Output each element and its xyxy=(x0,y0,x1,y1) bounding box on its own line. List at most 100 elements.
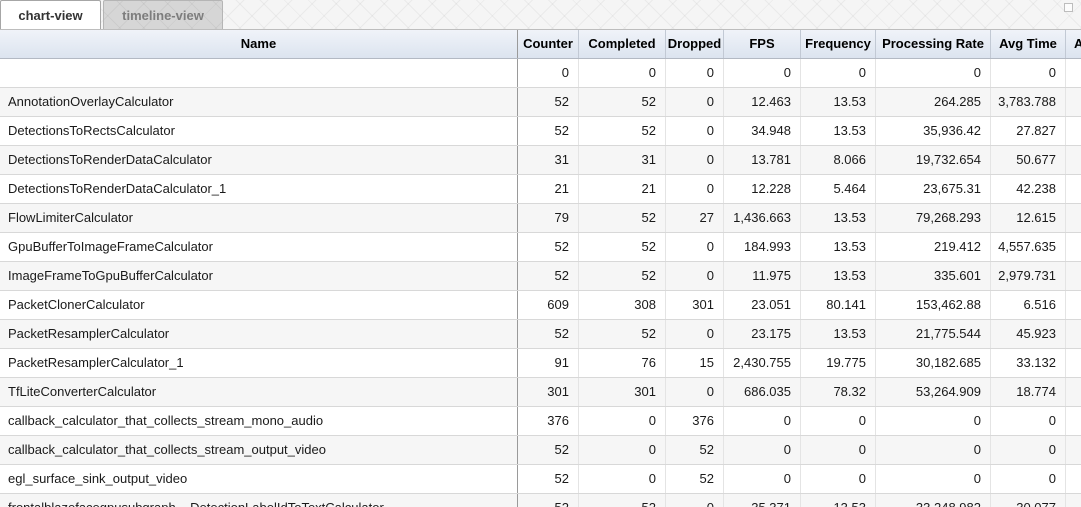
column-header-dropped[interactable]: Dropped xyxy=(666,30,724,58)
cell-value: 33.132 xyxy=(991,349,1066,377)
cell-value: 52 xyxy=(518,233,579,261)
cell-value: 13.53 xyxy=(801,233,876,261)
table-row[interactable]: PacketResamplerCalculator_19176152,430.7… xyxy=(0,349,1081,378)
cell-value: 0 xyxy=(724,59,801,87)
column-header-name[interactable]: Name xyxy=(0,30,518,58)
column-header-processing-rate[interactable]: Processing Rate xyxy=(876,30,991,58)
table-row[interactable]: DetectionsToRenderDataCalculator3131013.… xyxy=(0,146,1081,175)
cell-name: TfLiteConverterCalculator xyxy=(0,378,518,406)
column-header-a[interactable]: A xyxy=(1066,30,1081,58)
table-row[interactable]: callback_calculator_that_collects_stream… xyxy=(0,436,1081,465)
cell-value: 2,979.731 xyxy=(991,262,1066,290)
cell-value: 0 xyxy=(518,59,579,87)
table-row[interactable]: egl_surface_sink_output_video520520000 xyxy=(0,465,1081,494)
cell-name: FlowLimiterCalculator xyxy=(0,204,518,232)
cell-name: PacketResamplerCalculator xyxy=(0,320,518,348)
cell-value: 52 xyxy=(666,465,724,493)
tab-timeline-view-label: timeline-view xyxy=(122,8,204,23)
cell-value: 219.412 xyxy=(876,233,991,261)
cell-value: 19,732.654 xyxy=(876,146,991,174)
cell-value: 21 xyxy=(579,175,666,203)
cell-value: 5.464 xyxy=(801,175,876,203)
cell-value: 52 xyxy=(579,233,666,261)
table-row[interactable]: callback_calculator_that_collects_stream… xyxy=(0,407,1081,436)
table-row[interactable]: GpuBufferToImageFrameCalculator52520184.… xyxy=(0,233,1081,262)
cell-value: 52 xyxy=(518,88,579,116)
cell-value: 13.781 xyxy=(724,146,801,174)
cell-value: 1,436.663 xyxy=(724,204,801,232)
cell-value: 0 xyxy=(724,407,801,435)
cell-value: 376 xyxy=(518,407,579,435)
cell-value: 52 xyxy=(579,494,666,507)
table-row[interactable]: PacketResamplerCalculator5252023.17513.5… xyxy=(0,320,1081,349)
cell-value: 52 xyxy=(518,320,579,348)
table-row[interactable]: FlowLimiterCalculator7952271,436.66313.5… xyxy=(0,204,1081,233)
cell-name: DetectionsToRenderDataCalculator_1 xyxy=(0,175,518,203)
cell-name: PacketClonerCalculator xyxy=(0,291,518,319)
cell-value: 0 xyxy=(666,378,724,406)
table-row[interactable]: DetectionsToRectsCalculator5252034.94813… xyxy=(0,117,1081,146)
cell-value: 30.077 xyxy=(991,494,1066,507)
cell-value xyxy=(1066,204,1081,232)
cell-value: 30,182.685 xyxy=(876,349,991,377)
cell-value xyxy=(1066,494,1081,507)
cell-name: GpuBufferToImageFrameCalculator xyxy=(0,233,518,261)
column-header-counter[interactable]: Counter xyxy=(518,30,579,58)
cell-value: 0 xyxy=(991,436,1066,464)
table-row[interactable]: AnnotationOverlayCalculator5252012.46313… xyxy=(0,88,1081,117)
cell-value: 52 xyxy=(518,465,579,493)
cell-value: 0 xyxy=(801,407,876,435)
cell-value: 31 xyxy=(518,146,579,174)
table-row[interactable]: ImageFrameToGpuBufferCalculator5252011.9… xyxy=(0,262,1081,291)
column-header-avg-time[interactable]: Avg Time xyxy=(991,30,1066,58)
tab-chart-view-label: chart-view xyxy=(18,8,82,23)
cell-value: 52 xyxy=(518,436,579,464)
cell-value: 52 xyxy=(666,436,724,464)
cell-name: frontalblazefacegpusubgraph__DetectionLa… xyxy=(0,494,518,507)
cell-name: callback_calculator_that_collects_stream… xyxy=(0,407,518,435)
cell-value: 0 xyxy=(579,59,666,87)
cell-value: 12.228 xyxy=(724,175,801,203)
table-body: 0000000AnnotationOverlayCalculator525201… xyxy=(0,59,1081,507)
cell-value: 91 xyxy=(518,349,579,377)
column-header-frequency[interactable]: Frequency xyxy=(801,30,876,58)
cell-value: 52 xyxy=(579,320,666,348)
cell-value: 0 xyxy=(876,465,991,493)
cell-value: 0 xyxy=(666,320,724,348)
cell-value: 18.774 xyxy=(991,378,1066,406)
cell-value: 0 xyxy=(666,88,724,116)
cell-value: 23.175 xyxy=(724,320,801,348)
cell-value: 42.238 xyxy=(991,175,1066,203)
cell-value: 11.975 xyxy=(724,262,801,290)
cell-value: 0 xyxy=(579,407,666,435)
cell-value: 3,783.788 xyxy=(991,88,1066,116)
cell-value xyxy=(1066,146,1081,174)
cell-value: 52 xyxy=(579,204,666,232)
cell-value: 0 xyxy=(801,436,876,464)
column-header-completed[interactable]: Completed xyxy=(579,30,666,58)
cell-value: 52 xyxy=(579,117,666,145)
table-row[interactable]: PacketClonerCalculator60930830123.05180.… xyxy=(0,291,1081,320)
cell-value: 23.051 xyxy=(724,291,801,319)
table-row[interactable]: DetectionsToRenderDataCalculator_1212101… xyxy=(0,175,1081,204)
cell-value: 27 xyxy=(666,204,724,232)
cell-value: 15 xyxy=(666,349,724,377)
cell-name: DetectionsToRenderDataCalculator xyxy=(0,146,518,174)
popout-square-icon[interactable] xyxy=(1064,3,1073,12)
tab-chart-view[interactable]: chart-view xyxy=(0,0,101,29)
column-header-fps[interactable]: FPS xyxy=(724,30,801,58)
cell-value xyxy=(1066,175,1081,203)
cell-value: 78.32 xyxy=(801,378,876,406)
cell-value xyxy=(1066,407,1081,435)
cell-value: 301 xyxy=(579,378,666,406)
cell-value xyxy=(1066,436,1081,464)
cell-value: 686.035 xyxy=(724,378,801,406)
profiler-window: chart-view timeline-view NameCounterComp… xyxy=(0,0,1081,507)
cell-name: egl_surface_sink_output_video xyxy=(0,465,518,493)
cell-value: 6.516 xyxy=(991,291,1066,319)
cell-value: 31 xyxy=(579,146,666,174)
tab-timeline-view[interactable]: timeline-view xyxy=(103,0,223,29)
table-row[interactable]: 0000000 xyxy=(0,59,1081,88)
table-row[interactable]: TfLiteConverterCalculator3013010686.0357… xyxy=(0,378,1081,407)
table-row[interactable]: frontalblazefacegpusubgraph__DetectionLa… xyxy=(0,494,1081,507)
